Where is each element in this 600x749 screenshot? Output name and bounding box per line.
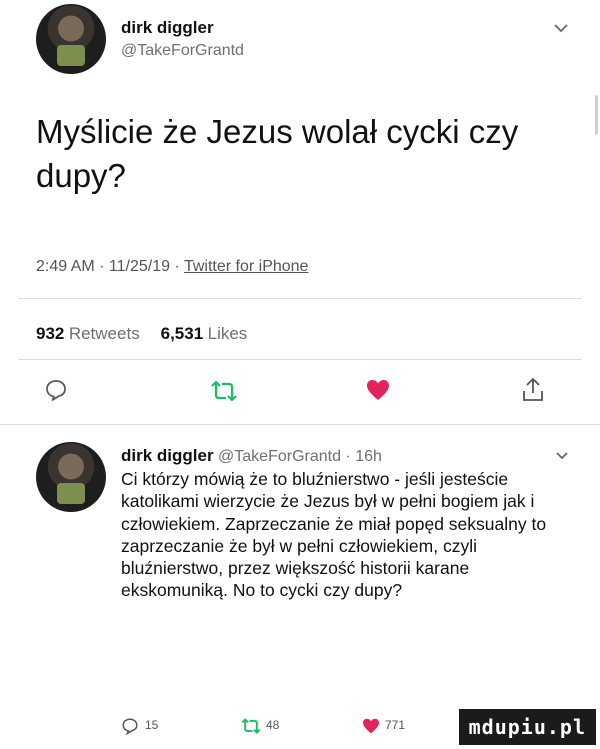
likes-count[interactable]: 6,531 [161,324,204,343]
tweet-text: Myślicie że Jezus wolał cycki czy dupy? [36,113,519,194]
tweet-source-link[interactable]: Twitter for iPhone [184,258,309,275]
retweets-label[interactable]: Retweets [69,324,140,343]
like-icon[interactable] [362,718,380,734]
retweet-count: 48 [266,718,280,732]
retweet-icon[interactable] [209,380,239,402]
scrollbar[interactable] [595,95,598,135]
tweet-stats: 932 Retweets 6,531 Likes [36,324,247,344]
like-count: 771 [385,718,406,732]
likes-label[interactable]: Likes [208,324,248,343]
divider [18,298,582,299]
site-watermark: mdupiu.pl [458,709,596,745]
reply-count: 15 [145,718,159,732]
reply-icon[interactable] [121,717,139,735]
reply-icon[interactable] [44,378,68,402]
author-name[interactable]: dirk diggler [121,18,214,38]
author-handle[interactable]: @TakeForGrantd [121,42,244,60]
reply-text: Ci którzy mówią że to bluźnierstwo - jeś… [121,469,547,601]
retweets-count[interactable]: 932 [36,324,64,343]
tweet-timestamp: 2:49 AM · 11/25/19 · Twitter for iPhone [36,258,308,276]
tweet-time: 2:49 AM · 11/25/19 · [36,258,184,275]
reply-header: dirk diggler @TakeForGrantd · 16h [121,446,382,466]
reply-author-name[interactable]: dirk diggler [121,446,214,465]
like-icon[interactable] [366,379,390,401]
share-icon[interactable] [522,377,544,403]
divider [18,359,582,360]
retweet-icon[interactable] [240,718,262,734]
chevron-down-icon[interactable] [553,22,569,34]
divider [0,424,600,425]
reply-author-avatar[interactable] [36,442,106,512]
chevron-down-icon[interactable] [555,451,569,461]
reply-author-handle[interactable]: @TakeForGrantd · 16h [218,448,382,465]
author-avatar[interactable] [36,4,106,74]
